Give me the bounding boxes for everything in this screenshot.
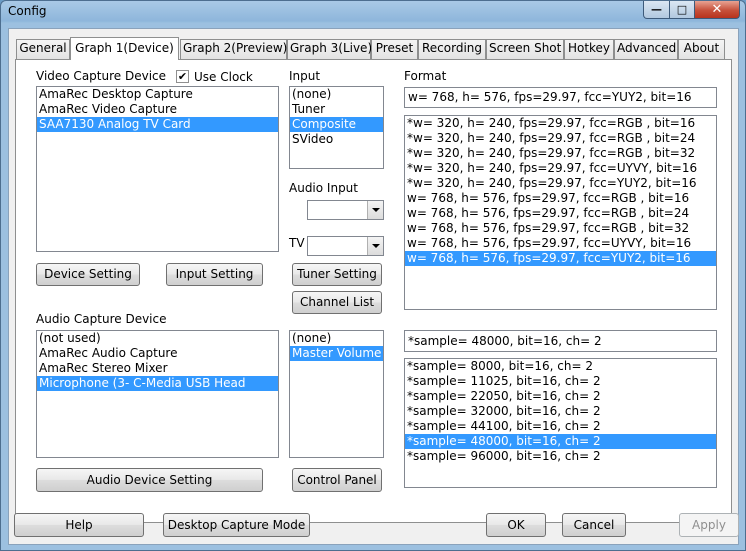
list-item[interactable]: AmaRec Video Capture bbox=[37, 102, 278, 117]
apply-button[interactable]: Apply bbox=[679, 513, 739, 537]
format-label: Format bbox=[404, 69, 447, 83]
audio-capture-device-label: Audio Capture Device bbox=[36, 312, 167, 326]
audio-device-setting-button[interactable]: Audio Device Setting bbox=[36, 468, 263, 492]
audio-format-current-field[interactable]: *sample= 48000, bit=16, ch= 2 bbox=[404, 330, 717, 352]
maximize-icon: □ bbox=[676, 3, 688, 16]
tab-screen-shot[interactable]: Screen Shot bbox=[486, 39, 564, 59]
list-item[interactable]: Composite bbox=[290, 117, 383, 132]
list-item[interactable]: SVideo bbox=[290, 132, 383, 147]
list-item[interactable]: w= 768, h= 576, fps=29.97, fcc=YUY2, bit… bbox=[405, 251, 716, 266]
cancel-button[interactable]: Cancel bbox=[562, 513, 626, 537]
audio-input-combo[interactable] bbox=[307, 200, 384, 220]
graph1-device-panel: Video Capture Device ✔ Use Clock AmaRec … bbox=[15, 59, 732, 523]
list-item[interactable]: Microphone (3- C-Media USB Head bbox=[37, 376, 278, 391]
list-item[interactable]: *sample= 44100, bit=16, ch= 2 bbox=[405, 419, 716, 434]
checkmark-icon: ✔ bbox=[177, 70, 188, 83]
list-item[interactable]: *w= 320, h= 240, fps=29.97, fcc=YUY2, bi… bbox=[405, 176, 716, 191]
audio-input-label: Audio Input bbox=[289, 181, 358, 195]
format-list[interactable]: *w= 320, h= 240, fps=29.97, fcc=RGB , bi… bbox=[404, 115, 717, 310]
list-item[interactable]: *w= 320, h= 240, fps=29.97, fcc=UYVY, bi… bbox=[405, 161, 716, 176]
tab-advanced[interactable]: Advanced bbox=[614, 39, 678, 59]
tv-combo[interactable] bbox=[307, 236, 384, 256]
list-item[interactable]: *sample= 11025, bit=16, ch= 2 bbox=[405, 374, 716, 389]
tab-graph3-live[interactable]: Graph 3(Live) bbox=[287, 39, 372, 59]
tab-about[interactable]: About bbox=[678, 39, 725, 59]
list-item[interactable]: *w= 320, h= 240, fps=29.97, fcc=RGB , bi… bbox=[405, 131, 716, 146]
list-item[interactable]: w= 768, h= 576, fps=29.97, fcc=RGB , bit… bbox=[405, 191, 716, 206]
list-item[interactable]: (not used) bbox=[37, 331, 278, 346]
list-item[interactable]: (none) bbox=[290, 87, 383, 102]
tab-graph1-device[interactable]: Graph 1(Device) bbox=[70, 37, 179, 60]
close-button[interactable]: ✕ bbox=[694, 1, 740, 19]
minimize-button[interactable]: — bbox=[643, 1, 670, 19]
tab-general[interactable]: General bbox=[16, 39, 70, 59]
maximize-button[interactable]: □ bbox=[669, 1, 695, 19]
list-item[interactable]: *sample= 22050, bit=16, ch= 2 bbox=[405, 389, 716, 404]
input-list[interactable]: (none) Tuner Composite SVideo bbox=[289, 86, 384, 169]
chevron-down-icon[interactable] bbox=[367, 237, 383, 255]
format-current-field[interactable]: w= 768, h= 576, fps=29.97, fcc=YUY2, bit… bbox=[404, 87, 717, 108]
config-window: Config — □ ✕ General Graph 1(Device) Gra… bbox=[0, 0, 746, 551]
tv-label: TV bbox=[289, 236, 305, 250]
list-item[interactable]: Master Volume bbox=[290, 346, 383, 361]
tab-recording[interactable]: Recording bbox=[418, 39, 486, 59]
list-item[interactable]: *sample= 96000, bit=16, ch= 2 bbox=[405, 449, 716, 464]
tab-preset[interactable]: Preset bbox=[371, 39, 418, 59]
list-item[interactable]: Tuner bbox=[290, 102, 383, 117]
list-item[interactable]: AmaRec Desktop Capture bbox=[37, 87, 278, 102]
list-item[interactable]: AmaRec Stereo Mixer bbox=[37, 361, 278, 376]
help-button[interactable]: Help bbox=[14, 513, 144, 537]
dialog-client-area: General Graph 1(Device) Graph 2(Preview)… bbox=[8, 28, 739, 545]
ok-button[interactable]: OK bbox=[486, 513, 546, 537]
control-panel-button[interactable]: Control Panel bbox=[292, 468, 382, 492]
list-item[interactable]: *w= 320, h= 240, fps=29.97, fcc=RGB , bi… bbox=[405, 146, 716, 161]
audio-format-list[interactable]: *sample= 8000, bit=16, ch= 2 *sample= 11… bbox=[404, 358, 717, 488]
title-bar[interactable]: Config — □ ✕ bbox=[1, 1, 745, 23]
list-item[interactable]: AmaRec Audio Capture bbox=[37, 346, 278, 361]
list-item[interactable]: *w= 320, h= 240, fps=29.97, fcc=RGB , bi… bbox=[405, 116, 716, 131]
video-capture-device-label: Video Capture Device bbox=[36, 69, 167, 83]
video-device-list[interactable]: AmaRec Desktop Capture AmaRec Video Capt… bbox=[36, 86, 279, 252]
list-item[interactable]: w= 768, h= 576, fps=29.97, fcc=RGB , bit… bbox=[405, 206, 716, 221]
list-item[interactable]: SAA7130 Analog TV Card bbox=[37, 117, 278, 132]
chevron-down-icon[interactable] bbox=[367, 201, 383, 219]
window-title: Config bbox=[8, 4, 47, 18]
channel-list-button[interactable]: Channel List bbox=[292, 291, 382, 314]
use-clock-label: Use Clock bbox=[194, 70, 253, 84]
audio-device-list[interactable]: (not used) AmaRec Audio Capture AmaRec S… bbox=[36, 330, 279, 458]
tab-hotkey[interactable]: Hotkey bbox=[564, 39, 614, 59]
list-item[interactable]: w= 768, h= 576, fps=29.97, fcc=RGB , bit… bbox=[405, 221, 716, 236]
list-item[interactable]: *sample= 32000, bit=16, ch= 2 bbox=[405, 404, 716, 419]
list-item[interactable]: *sample= 8000, bit=16, ch= 2 bbox=[405, 359, 716, 374]
input-setting-button[interactable]: Input Setting bbox=[166, 263, 263, 286]
minimize-icon: — bbox=[651, 3, 662, 16]
device-setting-button[interactable]: Device Setting bbox=[36, 263, 140, 286]
tab-graph2-preview[interactable]: Graph 2(Preview) bbox=[180, 39, 287, 59]
audio-line-list[interactable]: (none) Master Volume bbox=[289, 330, 384, 458]
list-item[interactable]: w= 768, h= 576, fps=29.97, fcc=UYVY, bit… bbox=[405, 236, 716, 251]
tuner-setting-button[interactable]: Tuner Setting bbox=[292, 263, 382, 286]
use-clock-checkbox[interactable]: ✔ bbox=[176, 70, 189, 83]
desktop-capture-mode-button[interactable]: Desktop Capture Mode bbox=[163, 513, 310, 537]
list-item[interactable]: (none) bbox=[290, 331, 383, 346]
list-item[interactable]: *sample= 48000, bit=16, ch= 2 bbox=[405, 434, 716, 449]
input-label: Input bbox=[289, 69, 321, 83]
close-icon: ✕ bbox=[711, 2, 723, 17]
